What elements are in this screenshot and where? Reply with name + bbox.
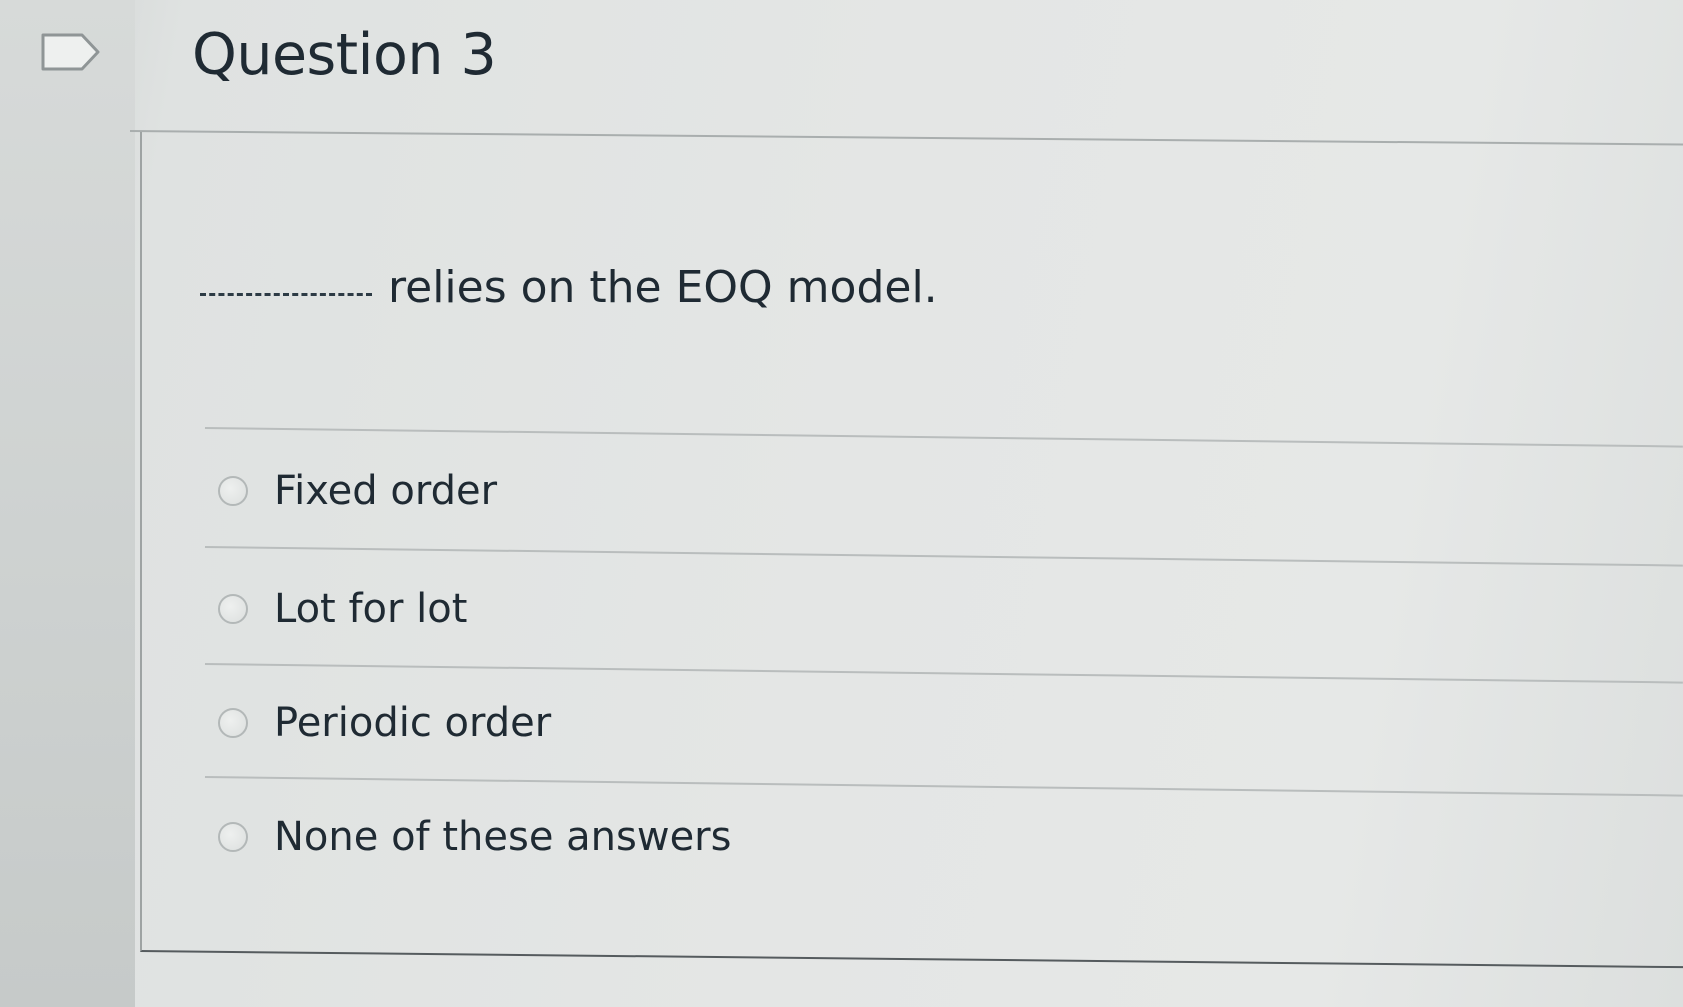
radio-button[interactable] bbox=[218, 708, 248, 738]
answer-label: None of these answers bbox=[274, 814, 732, 860]
left-gutter bbox=[0, 0, 135, 1007]
radio-button[interactable] bbox=[218, 822, 248, 852]
answer-option-lot-for-lot[interactable]: Lot for lot bbox=[218, 586, 467, 632]
answer-label: Fixed order bbox=[274, 468, 498, 514]
answer-option-periodic-order[interactable]: Periodic order bbox=[218, 700, 551, 746]
answer-label: Periodic order bbox=[274, 700, 552, 746]
radio-button[interactable] bbox=[218, 476, 248, 506]
question-title: Question 3 bbox=[192, 22, 497, 88]
answer-label: Lot for lot bbox=[274, 586, 468, 632]
prompt-text: relies on the EOQ model. bbox=[388, 262, 938, 313]
answer-option-fixed-order[interactable]: Fixed order bbox=[218, 468, 497, 514]
flag-question-icon[interactable] bbox=[40, 32, 102, 72]
question-prompt: relies on the EOQ model. bbox=[200, 262, 938, 313]
radio-button[interactable] bbox=[218, 594, 248, 624]
quiz-screen: Question 3 relies on the EOQ model. Fixe… bbox=[0, 0, 1683, 1007]
fill-in-blank bbox=[200, 293, 372, 296]
answer-option-none-of-these[interactable]: None of these answers bbox=[218, 814, 731, 860]
